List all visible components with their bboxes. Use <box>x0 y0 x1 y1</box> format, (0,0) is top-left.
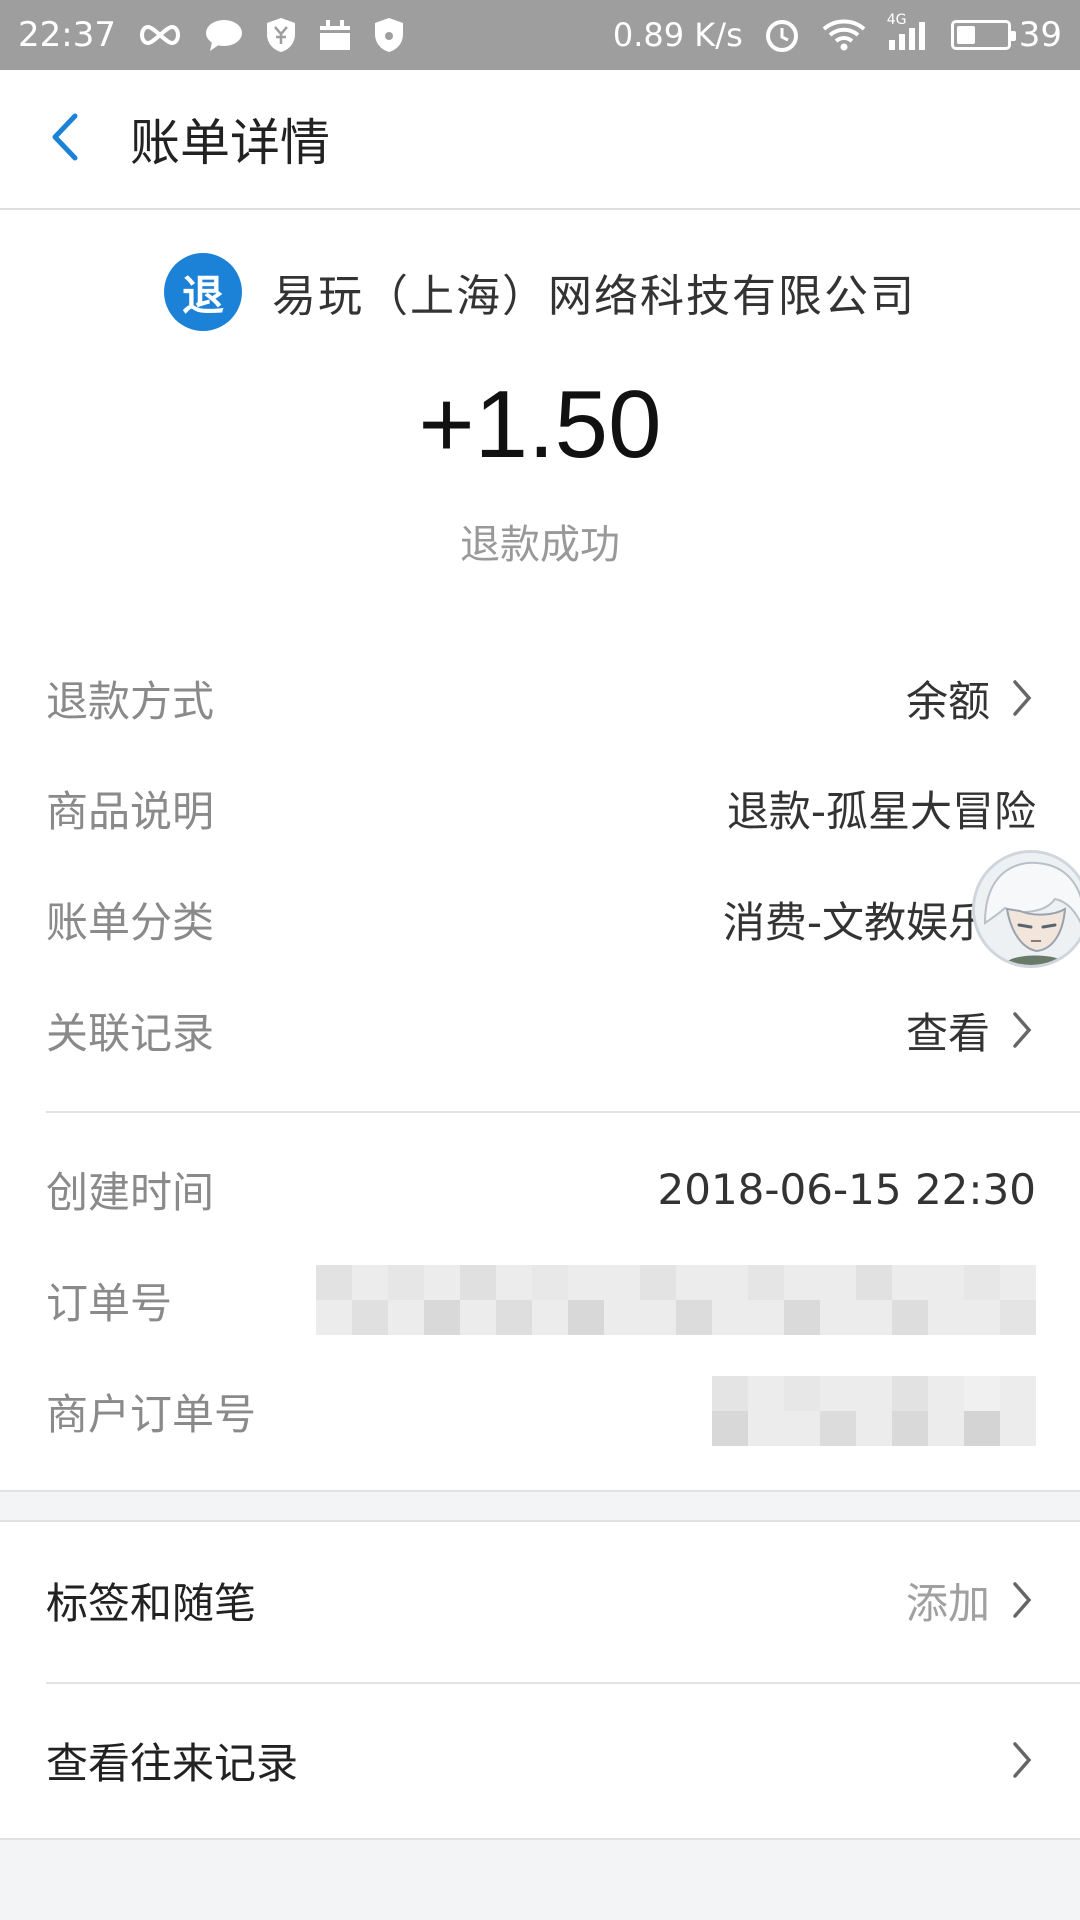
add-link[interactable]: 添加 <box>906 1570 990 1631</box>
section-separator <box>0 1490 1080 1522</box>
merchant-row: 退 易玩（上海）网络科技有限公司 <box>0 250 1080 334</box>
related-records-value: 查看 <box>905 1008 990 1058</box>
detail-value: 余额 <box>906 668 1036 729</box>
amount: +1.50 <box>418 371 662 478</box>
chevron-right-icon <box>1008 676 1036 720</box>
tags-notes-label: 标签和随笔 <box>46 1578 257 1628</box>
history-label: 查看往来记录 <box>46 1738 299 1788</box>
calendar-icon <box>318 18 352 52</box>
detail-row-order-no: 订单号 <box>46 1265 1036 1335</box>
network-type: 4G <box>886 12 907 28</box>
product-description-value: 退款-孤星大冒险 <box>726 786 1036 836</box>
detail-row-created: 创建时间 2018-06-15 22:30 <box>46 1154 1036 1224</box>
detail-row-related[interactable]: 关联记录 查看 <box>46 995 1036 1065</box>
detail-value: 添加 <box>906 1570 1036 1631</box>
chat-icon <box>204 18 244 52</box>
detail-label: 商品说明 <box>46 786 215 836</box>
back-button[interactable] <box>0 69 130 209</box>
detail-label: 商户订单号 <box>46 1389 257 1439</box>
detail-label: 创建时间 <box>46 1167 215 1217</box>
divider <box>46 1111 1080 1113</box>
status-time: 22:37 <box>18 15 116 55</box>
chevron-right-icon <box>1008 1008 1036 1052</box>
redacted-merchant-order-number <box>712 1376 1036 1446</box>
battery-icon: 39 <box>950 15 1062 55</box>
detail-value <box>1008 1738 1036 1782</box>
detail-row-merchant-order-no: 商户订单号 <box>46 1376 1036 1446</box>
status-left: 22:37 <box>18 15 406 55</box>
merchant-name: 易玩（上海）网络科技有限公司 <box>272 271 916 322</box>
divider <box>46 1682 1080 1684</box>
app-header: 账单详情 <box>0 70 1080 210</box>
alarm-icon <box>763 16 801 54</box>
refund-method-value: 余额 <box>905 676 990 726</box>
detail-row-refund-method[interactable]: 退款方式 余额 <box>46 663 1036 733</box>
detail-label: 关联记录 <box>46 1008 215 1058</box>
detail-value: 查看 <box>906 1000 1036 1061</box>
redacted-order-number <box>316 1265 1036 1335</box>
detail-label: 账单分类 <box>46 897 215 947</box>
infinity-icon <box>136 21 184 49</box>
wifi-icon <box>821 17 867 53</box>
chevron-right-icon <box>1008 1738 1036 1782</box>
detail-label: 退款方式 <box>46 676 215 726</box>
chevron-left-icon <box>49 112 81 166</box>
chevron-right-icon <box>1008 1578 1036 1622</box>
detail-row-product: 商品说明 退款-孤星大冒险 <box>46 773 1036 843</box>
refund-badge: 退 <box>164 253 242 331</box>
category-value: 消费-文教娱乐 <box>722 897 990 947</box>
bottom-band <box>0 1838 1080 1920</box>
status-right: 0.89 K/s 4G 39 <box>612 12 1062 55</box>
transaction-status: 退款成功 <box>460 522 620 568</box>
page-title: 账单详情 <box>130 114 330 172</box>
battery-percent: 39 <box>1018 15 1062 55</box>
created-time-value: 2018-06-15 22:30 <box>657 1164 1036 1214</box>
detail-value: 退款-孤星大冒险 <box>727 778 1036 839</box>
history-row[interactable]: 查看往来记录 <box>46 1710 1036 1810</box>
floating-avatar[interactable] <box>972 850 1080 968</box>
shield-icon <box>372 16 406 54</box>
signal-icon: 4G <box>887 12 931 52</box>
detail-row-category[interactable]: 账单分类 消费-文教娱乐 <box>46 884 1036 954</box>
net-speed: 0.89 K/s <box>612 16 743 54</box>
tags-notes-row[interactable]: 标签和随笔 添加 <box>46 1550 1036 1650</box>
status-bar: 22:37 0.89 K/s 4G 39 <box>0 0 1080 70</box>
detail-label: 订单号 <box>46 1278 173 1328</box>
shield-yen-icon <box>264 16 298 54</box>
